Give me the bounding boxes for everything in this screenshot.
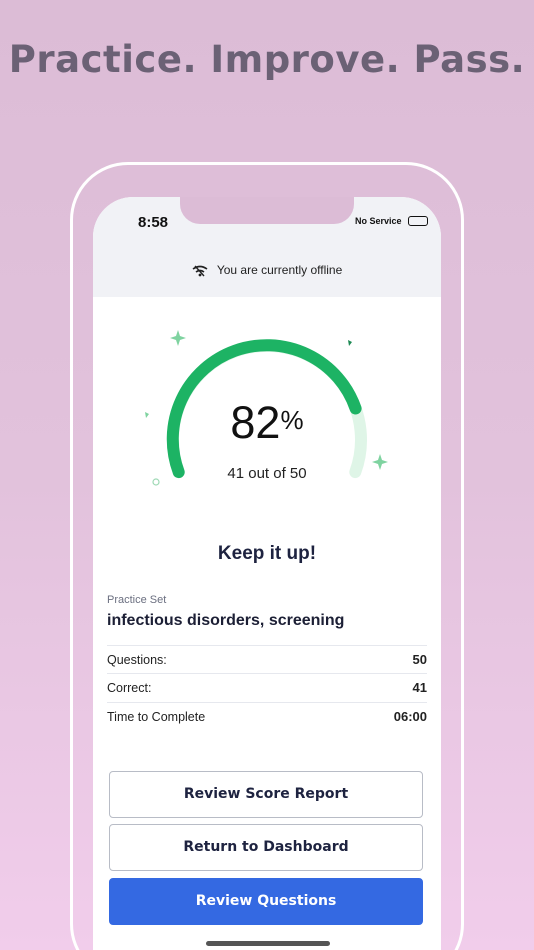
home-indicator [206, 941, 330, 946]
stat-value: 50 [412, 652, 427, 667]
stat-row-time: Time to Complete 06:00 [107, 703, 427, 732]
stat-label: Time to Complete [107, 710, 206, 724]
score-detail: 41 out of 50 [227, 465, 307, 482]
offline-text: You are currently offline [216, 263, 343, 277]
carrier-label: No Service [355, 216, 402, 226]
stat-label: Correct: [107, 681, 152, 695]
stat-label: Questions: [107, 653, 167, 667]
return-to-dashboard-button[interactable]: Return to Dashboard [109, 824, 423, 871]
score-percent: 82% [93, 397, 441, 449]
phone-notch [180, 197, 354, 224]
battery-icon [408, 216, 428, 226]
status-time: 8:58 [138, 214, 169, 231]
app-screen: 8:58 No Service You are currently offlin… [93, 197, 441, 950]
stat-row-correct: Correct: 41 [107, 674, 427, 703]
offline-banner: You are currently offline [93, 263, 441, 277]
score-percent-value: 82 [230, 397, 281, 448]
stat-value: 41 [412, 680, 427, 695]
practice-set-name: infectious disorders, screening [107, 612, 345, 629]
wifi-off-icon [192, 265, 208, 277]
headline: Practice. Improve. Pass. [8, 38, 526, 81]
review-score-report-button[interactable]: Review Score Report [109, 771, 423, 818]
practice-set-label: Practice Set [107, 594, 167, 606]
status-bar: 8:58 No Service You are currently offlin… [93, 197, 441, 297]
encouragement-message: Keep it up! [217, 543, 317, 564]
stat-row-questions: Questions: 50 [107, 645, 427, 674]
stat-value: 06:00 [393, 709, 427, 724]
review-questions-button[interactable]: Review Questions [109, 878, 423, 925]
percent-symbol: % [280, 405, 304, 435]
